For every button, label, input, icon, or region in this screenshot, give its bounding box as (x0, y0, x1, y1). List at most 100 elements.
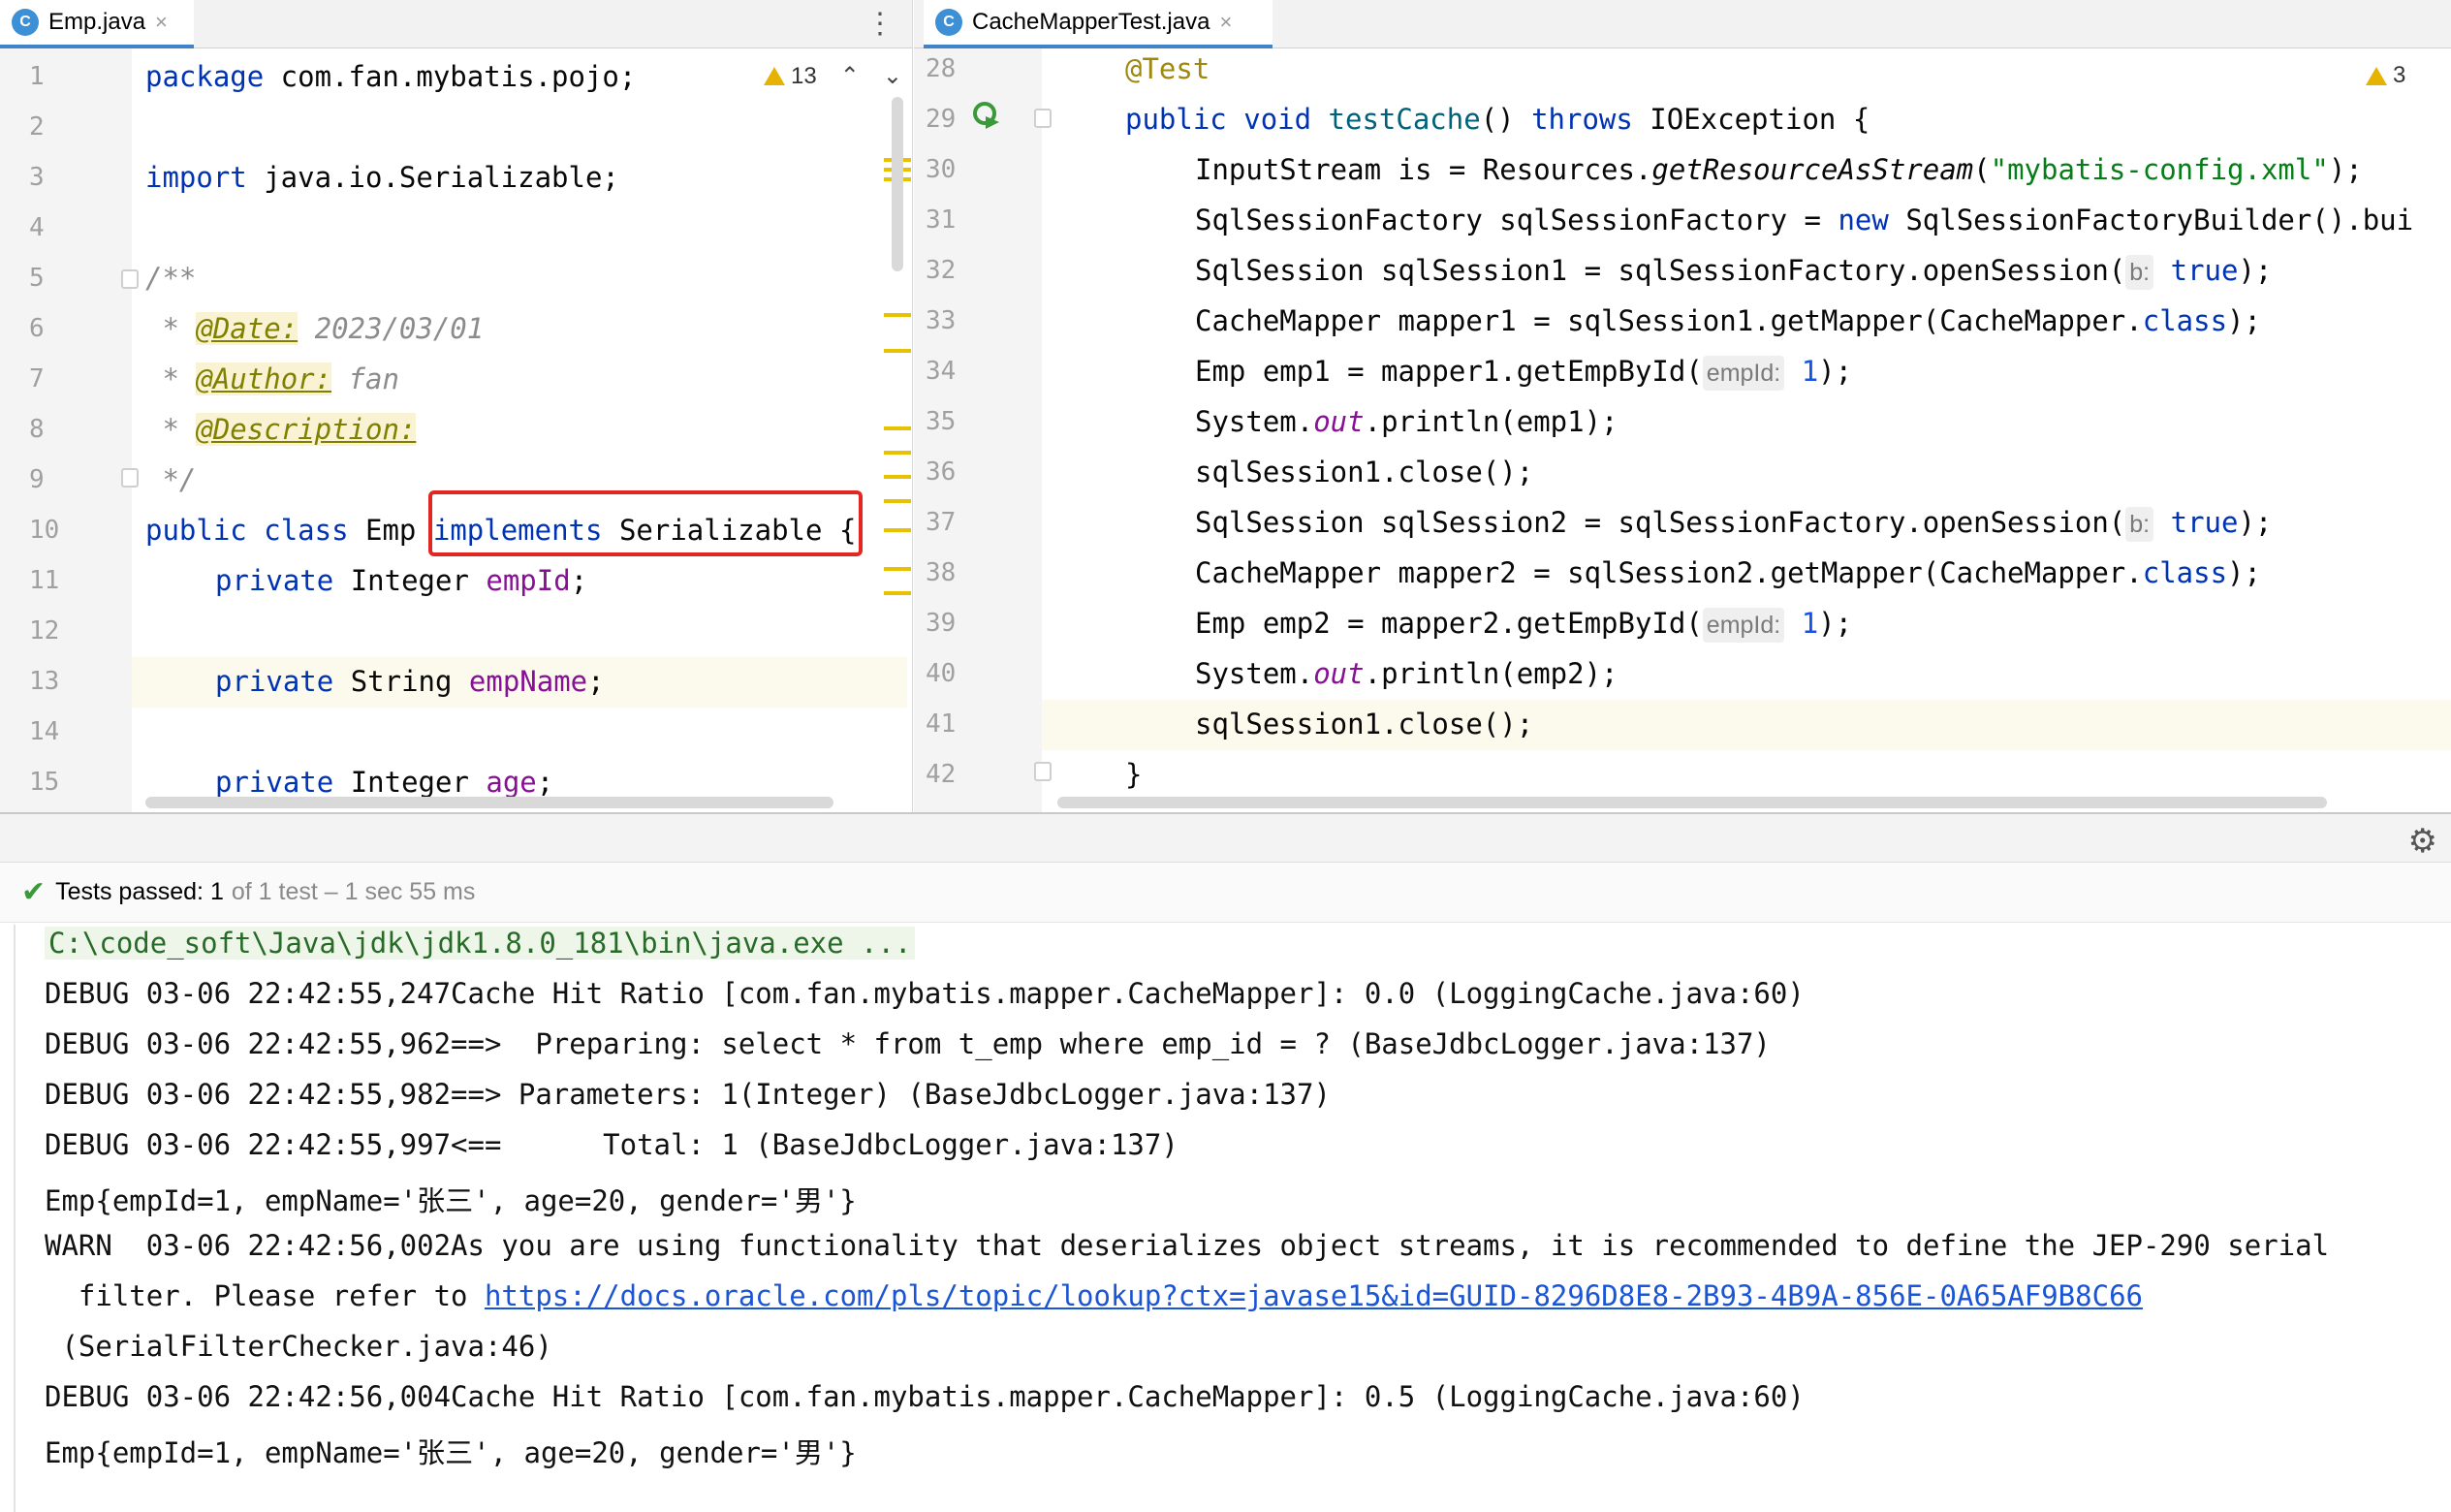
warning-stripe[interactable] (884, 499, 911, 503)
tests-passed-label: Tests passed: 1 (55, 878, 224, 905)
code-line-9[interactable]: */ (145, 455, 196, 505)
horizontal-scrollbar[interactable] (145, 797, 833, 808)
warning-stripe[interactable] (884, 567, 911, 571)
horizontal-scrollbar[interactable] (1057, 797, 2327, 808)
line-number[interactable]: 40 (926, 659, 956, 688)
line-number[interactable]: 10 (29, 516, 59, 545)
right-editor-pane: C CacheMapperTest.java × 28 29 30 31 32 33 34 3… (914, 0, 2451, 812)
line-number[interactable]: 37 (926, 508, 956, 537)
line-number[interactable]: 2 (29, 112, 45, 142)
line-number[interactable]: 12 (29, 616, 59, 646)
line-number[interactable]: 8 (29, 415, 45, 444)
inspection-warnings[interactable]: 13 ⌃ ⌄ (764, 62, 902, 90)
code-line-11[interactable]: private Integer empId; (215, 555, 587, 606)
vertical-scrollbar[interactable] (892, 97, 903, 271)
console-line: Emp{empId=1, empName='张三', age=20, gende… (45, 1184, 857, 1217)
code-line-8[interactable]: * @Description: (145, 404, 417, 455)
code-line-7[interactable]: * @Author: fan (145, 354, 399, 404)
console-line: (SerialFilterChecker.java:46) (45, 1330, 552, 1363)
code-line-34[interactable]: Emp emp1 = mapper1.getEmpById(empId: 1); (1195, 346, 1852, 396)
line-number[interactable]: 7 (29, 364, 45, 394)
console-line: DEBUG 03-06 22:42:55,982==> Parameters: … (45, 1078, 1331, 1111)
inspection-warnings[interactable]: 3 (2366, 62, 2405, 89)
code-line-28[interactable]: @Test (1125, 44, 1210, 94)
console-line: C:\code_soft\Java\jdk\jdk1.8.0_181\bin\j… (45, 927, 916, 960)
line-number[interactable]: 3 (29, 163, 45, 192)
line-number[interactable]: 15 (29, 768, 59, 797)
warning-stripe[interactable] (884, 528, 911, 532)
line-number[interactable]: 42 (926, 760, 956, 789)
line-number[interactable]: 14 (29, 717, 59, 746)
code-line-1[interactable]: package com.fan.mybatis.pojo; (145, 51, 636, 102)
test-duration-label: of 1 test – 1 sec 55 ms (231, 878, 476, 905)
code-line-31[interactable]: SqlSessionFactory sqlSessionFactory = ne… (1195, 195, 2413, 245)
line-number[interactable]: 41 (926, 709, 956, 739)
code-line-32[interactable]: SqlSession sqlSession1 = sqlSessionFacto… (1195, 245, 2272, 296)
warning-stripe[interactable] (884, 451, 911, 455)
tab-emp-java[interactable]: C Emp.java × (0, 0, 194, 48)
line-number[interactable]: 4 (29, 213, 45, 242)
line-number[interactable]: 33 (926, 306, 956, 335)
console-line: filter. Please refer to https://docs.ora… (45, 1279, 2143, 1312)
code-line-35[interactable]: System.out.println(emp1); (1195, 396, 1618, 447)
gear-icon[interactable]: ⚙ (2408, 822, 2437, 861)
warning-stripe[interactable] (884, 591, 911, 595)
more-options-icon[interactable]: ⋮ (865, 10, 895, 39)
left-tab-bar: C Emp.java × ⋮ (0, 0, 912, 48)
tab-label: Emp.java (48, 9, 146, 35)
fold-marker-icon[interactable] (121, 269, 139, 289)
code-line-37[interactable]: SqlSession sqlSession2 = sqlSessionFacto… (1195, 497, 2272, 548)
code-line-42[interactable]: } (1125, 749, 1142, 800)
documentation-link[interactable]: https://docs.oracle.com/pls/topic/lookup… (485, 1279, 2143, 1312)
console-line: DEBUG 03-06 22:42:56,004Cache Hit Ratio … (45, 1380, 1805, 1413)
code-line-30[interactable]: InputStream is = Resources.getResourceAs… (1195, 144, 2363, 195)
code-line-5[interactable]: /** (145, 253, 196, 303)
line-number[interactable]: 13 (29, 667, 59, 696)
run-toolbar: ⚙ (0, 812, 2451, 863)
close-tab-icon[interactable]: × (155, 10, 168, 35)
parameter-hint: empId: (1702, 356, 1785, 391)
line-number[interactable]: 29 (926, 105, 956, 134)
code-line-36[interactable]: sqlSession1.close(); (1195, 447, 1533, 497)
next-highlight-icon[interactable]: ⌄ (883, 62, 902, 90)
line-number[interactable]: 31 (926, 205, 956, 235)
line-number[interactable]: 35 (926, 407, 956, 436)
line-number[interactable]: 9 (29, 465, 45, 494)
fold-marker-icon[interactable] (1034, 109, 1052, 128)
line-number[interactable]: 38 (926, 558, 956, 587)
line-number[interactable]: 36 (926, 457, 956, 487)
console-line: Emp{empId=1, empName='张三', age=20, gende… (45, 1436, 857, 1469)
parameter-hint: b: (2125, 255, 2154, 290)
test-status-bar: ✔ Tests passed: 1 of 1 test – 1 sec 55 m… (0, 863, 2451, 923)
line-number[interactable]: 1 (29, 62, 45, 91)
code-line-29[interactable]: public void testCache() throws IOExcepti… (1125, 94, 1870, 144)
line-number[interactable]: 34 (926, 357, 956, 386)
console-output[interactable]: C:\code_soft\Java\jdk\jdk1.8.0_181\bin\j… (14, 925, 2451, 1512)
warning-stripe[interactable] (884, 313, 911, 317)
run-test-icon[interactable] (972, 101, 1001, 130)
console-line: DEBUG 03-06 22:42:55,997<== Total: 1 (Ba… (45, 1128, 1178, 1161)
previous-highlight-icon[interactable]: ⌃ (840, 62, 860, 90)
tab-cache-mapper-test[interactable]: C CacheMapperTest.java × (924, 0, 1273, 48)
close-tab-icon[interactable]: × (1219, 10, 1232, 35)
code-line-3[interactable]: import java.io.Serializable; (145, 152, 619, 203)
line-number[interactable]: 5 (29, 264, 45, 293)
fold-marker-icon[interactable] (1034, 762, 1052, 781)
line-number[interactable]: 6 (29, 314, 45, 343)
line-number[interactable]: 28 (926, 54, 956, 83)
warning-stripe[interactable] (884, 349, 911, 353)
code-line-39[interactable]: Emp emp2 = mapper2.getEmpById(empId: 1); (1195, 598, 1852, 648)
code-line-40[interactable]: System.out.println(emp2); (1195, 648, 1618, 699)
line-number[interactable]: 30 (926, 155, 956, 184)
code-line-33[interactable]: CacheMapper mapper1 = sqlSession1.getMap… (1195, 296, 2261, 346)
warning-stripe[interactable] (884, 475, 911, 479)
line-number[interactable]: 32 (926, 256, 956, 285)
code-line-13[interactable]: private String empName; (215, 656, 605, 707)
line-number[interactable]: 39 (926, 609, 956, 638)
code-line-38[interactable]: CacheMapper mapper2 = sqlSession2.getMap… (1195, 548, 2261, 598)
fold-marker-icon[interactable] (121, 468, 139, 488)
code-line-41[interactable]: sqlSession1.close(); (1195, 699, 1533, 749)
line-number[interactable]: 11 (29, 566, 59, 595)
warning-stripe[interactable] (884, 426, 911, 430)
code-line-6[interactable]: * @Date: 2023/03/01 (145, 303, 484, 354)
